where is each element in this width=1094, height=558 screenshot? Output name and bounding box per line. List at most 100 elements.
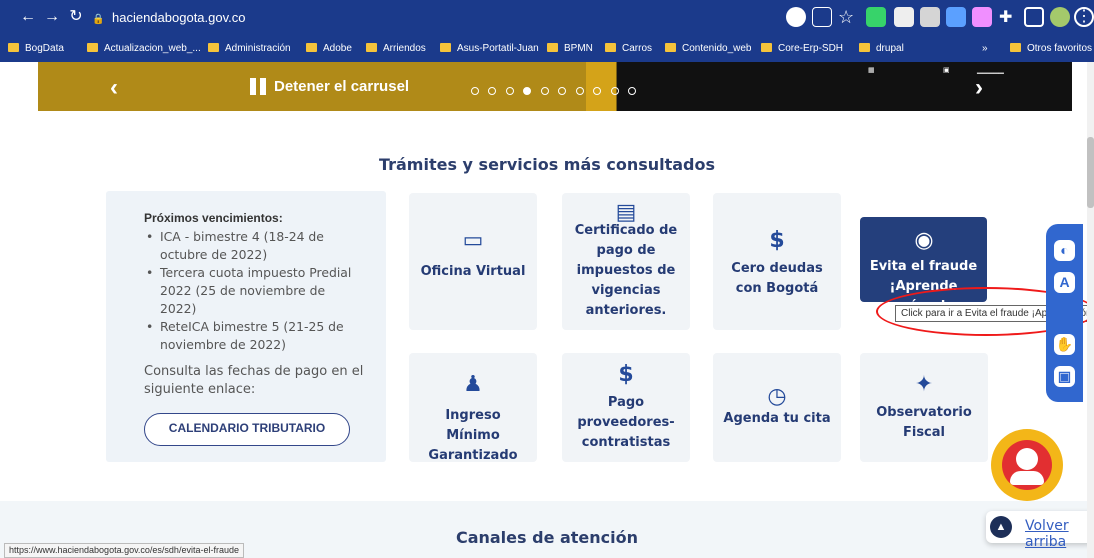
window-icon[interactable]: [1024, 7, 1044, 27]
carousel-dot-active[interactable]: [523, 87, 532, 95]
bookmark-drupal[interactable]: drupal: [859, 42, 904, 56]
lock-icon: 🔒: [92, 14, 105, 25]
google-icon[interactable]: [786, 7, 806, 27]
folder-icon: [208, 43, 219, 52]
menu-icon[interactable]: ⋮: [1074, 7, 1094, 27]
carousel-dot[interactable]: [540, 87, 549, 95]
folder-icon: [440, 43, 451, 52]
extension-icon[interactable]: [894, 7, 914, 27]
chevron-up-icon: ▲: [990, 516, 1012, 538]
carousel-next-icon[interactable]: ›: [975, 74, 983, 102]
folder-icon: [665, 43, 676, 52]
carousel-dot[interactable]: [505, 87, 514, 95]
deadlines-note: Consulta las fechas de pago en el siguie…: [144, 364, 364, 397]
carousel-dot[interactable]: [610, 87, 619, 95]
reload-icon[interactable]: ↻: [66, 7, 86, 27]
bookmark-contenido-web[interactable]: Contenido_web: [665, 42, 752, 56]
service-card-ingreso-minimo[interactable]: ♟ Ingreso Mínimo Garantizado: [409, 353, 537, 463]
scrollbar-thumb[interactable]: [1087, 137, 1094, 208]
folder-icon: [605, 43, 616, 52]
address-bar[interactable]: 🔒 haciendabogota.gov.co: [92, 5, 772, 30]
service-label: Cero deudas con Bogotá: [731, 261, 823, 296]
service-card-oficina-virtual[interactable]: ▭ Oficina Virtual: [409, 193, 537, 330]
deadline-item: ICA - bimestre 4 (18-24 de octubre de 20…: [146, 228, 356, 264]
service-label: Pago proveedores-contratistas: [577, 395, 675, 450]
forward-icon[interactable]: →: [42, 7, 62, 27]
font-size-icon[interactable]: A: [1054, 272, 1075, 293]
service-card-cero-deudas[interactable]: $ Cero deudas con Bogotá: [713, 193, 841, 330]
back-icon[interactable]: ←: [18, 7, 38, 27]
bookmark-core-erp[interactable]: Core-Erp-SDH: [761, 42, 843, 56]
seal-icon: ▦: [868, 67, 875, 74]
user-icon: [1002, 440, 1052, 490]
extension-icon[interactable]: [920, 7, 940, 27]
extension-icon[interactable]: [946, 7, 966, 27]
assistant-avatar[interactable]: [991, 429, 1063, 501]
bookmark-otros-favoritos[interactable]: Otros favoritos: [1010, 42, 1092, 56]
service-card-agenda[interactable]: ◷ Agenda tu cita: [713, 353, 841, 462]
share-icon[interactable]: [812, 7, 832, 27]
service-label: Certificado de pago de impuestos de vige…: [574, 223, 678, 318]
stop-carousel-button[interactable]: Detener el carrusel: [274, 78, 409, 95]
service-card-pago-proveedores[interactable]: $ Pago proveedores-contratistas: [562, 353, 690, 462]
service-label: Observatorio Fiscal: [876, 405, 972, 440]
folder-icon: [1010, 43, 1021, 52]
contrast-icon[interactable]: ◐: [1054, 240, 1075, 261]
back-to-top-button[interactable]: ▲ Volver arriba: [986, 511, 1094, 550]
family-icon: ♟: [463, 372, 483, 397]
bookmark-adobe[interactable]: Adobe: [306, 42, 352, 56]
deadline-item: Tercera cuota impuesto Predial 2022 (25 …: [146, 264, 356, 318]
carousel-prev-icon[interactable]: ‹: [110, 74, 118, 102]
folder-icon: [306, 43, 317, 52]
back-to-top-label: Volver arriba: [1025, 518, 1069, 550]
chat-icon[interactable]: ▣: [1054, 366, 1075, 387]
service-label: Oficina Virtual: [420, 264, 526, 279]
carousel-dot[interactable]: [471, 87, 479, 95]
folder-icon: [8, 43, 19, 52]
profile-avatar[interactable]: [1050, 7, 1070, 27]
service-card-observatorio[interactable]: ✦ Observatorio Fiscal: [860, 353, 988, 462]
folder-icon: [547, 43, 558, 52]
calendar-button[interactable]: CALENDARIO TRIBUTARIO: [144, 413, 350, 446]
avatar-head: [1016, 448, 1038, 470]
bookmark-asus[interactable]: Asus-Portatil-Juan: [440, 42, 539, 56]
extension-icon[interactable]: [866, 7, 886, 27]
deadlines-list: ICA - bimestre 4 (18-24 de octubre de 20…: [146, 228, 356, 354]
carousel-dots: [471, 82, 641, 95]
folder-icon: [87, 43, 98, 52]
folder-icon: [366, 43, 377, 52]
star-icon[interactable]: ☆: [838, 7, 858, 27]
computer-icon: ▭: [462, 228, 484, 253]
bookmarks-bar: BogData Actualizacion_web_... Administra…: [0, 35, 1094, 62]
service-label: Agenda tu cita: [723, 411, 831, 426]
avatar-body: [1010, 471, 1044, 485]
bogota-logo: ▁▁▁▁▁: [977, 67, 1004, 74]
puzzle-icon[interactable]: ✚: [999, 7, 1019, 27]
extension-icon[interactable]: [972, 7, 992, 27]
telescope-icon: ✦: [914, 372, 934, 397]
folder-icon: [859, 43, 870, 52]
carousel-dot[interactable]: [488, 87, 497, 95]
bookmark-bpmn[interactable]: BPMN: [547, 42, 593, 56]
accessibility-toolbar: ◐ A ✋ ▣: [1046, 224, 1083, 402]
service-label: Ingreso Mínimo Garantizado: [428, 408, 518, 463]
deadline-item: ReteICA bimestre 5 (21-25 de noviembre d…: [146, 318, 356, 354]
bookmark-administracion[interactable]: Administración: [208, 42, 291, 56]
deadlines-title: Próximos vencimientos:: [144, 211, 283, 225]
pause-icon[interactable]: [250, 78, 267, 95]
service-card-certificado[interactable]: ▤ Certificado de pago de impuestos de vi…: [562, 193, 690, 330]
mask-icon: ◉: [914, 228, 934, 253]
browser-toolbar: ← → ↻ 🔒 haciendabogota.gov.co ☆ ✚ ⋮: [0, 0, 1094, 35]
bookmark-arriendos[interactable]: Arriendos: [366, 42, 426, 56]
hand-money-icon: $: [769, 228, 785, 253]
bookmark-actualizacion[interactable]: Actualizacion_web_...: [87, 42, 201, 56]
hero-carousel: ‹ Detener el carrusel ▦ ▣ ▁▁▁▁▁ ›: [38, 62, 1072, 111]
carousel-dot[interactable]: [558, 87, 567, 95]
bookmarks-overflow-icon[interactable]: »: [982, 42, 988, 56]
bookmark-carros[interactable]: Carros: [605, 42, 652, 56]
folder-icon: [761, 43, 772, 52]
bookmark-bogdata[interactable]: BogData: [8, 42, 64, 56]
money-icon: $: [618, 362, 634, 387]
sign-language-icon[interactable]: ✋: [1054, 334, 1075, 355]
carousel-dot[interactable]: [575, 87, 584, 95]
